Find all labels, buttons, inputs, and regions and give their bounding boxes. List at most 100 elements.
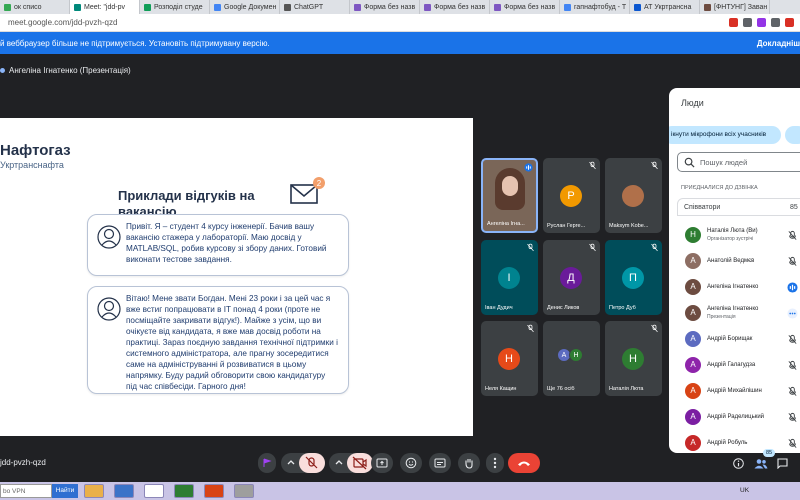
infobar-message: й веббраузер більше не підтримується. Ус… — [0, 39, 270, 48]
cohosts-label: Співватори — [684, 204, 721, 211]
browser-tab[interactable]: ChatGPT — [280, 0, 350, 14]
present-button[interactable] — [371, 453, 393, 473]
review-text-2: Вітаю! Мене звати Богдан. Мені 23 роки і… — [126, 294, 338, 391]
presentation-slide: Нафтогаз Укртранснафта Приклади відгуків… — [0, 118, 473, 436]
microphone-button[interactable] — [281, 453, 325, 473]
participant-tile[interactable]: Н Наталія Люта — [605, 321, 662, 396]
presenter-label: Ангеліна Ігнатенко (Презентація) — [0, 66, 131, 75]
tab-favicon-icon — [144, 3, 151, 11]
people-icon[interactable] — [754, 458, 768, 469]
participant-tile[interactable]: Ангеліна Ігна... — [481, 158, 538, 233]
taskbar-search-input[interactable]: bo VPN — [0, 484, 52, 498]
browser-tab[interactable]: Форма без назв — [350, 0, 420, 14]
browser-tab[interactable]: Розподіл студе — [140, 0, 210, 14]
person-row[interactable]: А Андрій Михайлішин — [677, 379, 800, 405]
taskbar-app-icon[interactable] — [234, 484, 254, 498]
taskbar-app-icon[interactable] — [84, 484, 104, 498]
tab-label: Форма без назв — [434, 3, 486, 11]
browser-tab[interactable]: Google Докумен — [210, 0, 280, 14]
participant-name: Неля Кащин — [485, 386, 517, 392]
presenter-name: Ангеліна Ігнатенко (Презентація) — [9, 66, 131, 75]
browser-tab[interactable]: ок списо — [0, 0, 70, 14]
extension-icon[interactable] — [785, 18, 794, 27]
slide-brand-subtitle: Укртранснафта — [0, 160, 64, 170]
tab-label: Meet: "jdd-pv — [84, 3, 126, 11]
person-row[interactable]: А Андрій Раделицький — [677, 405, 800, 431]
tab-favicon-icon — [354, 3, 361, 11]
more-participants-avatar: Н — [569, 348, 583, 362]
tab-favicon-icon — [424, 3, 431, 11]
participant-tile[interactable]: А Н Ще 76 осіб — [543, 321, 600, 396]
user-avatar-icon — [97, 297, 121, 321]
leave-call-button[interactable] — [508, 453, 540, 473]
participant-tile[interactable]: Д Денис Ликов — [543, 240, 600, 315]
person-avatar: А — [685, 331, 701, 347]
participant-avatar: Н — [498, 348, 520, 370]
meeting-info-icon[interactable] — [733, 458, 744, 469]
search-placeholder: Пошук людей — [700, 158, 748, 167]
person-row[interactable]: А Ангеліна Ігнатенко Презентація — [677, 301, 800, 327]
person-row[interactable]: А Андрій Галагудза — [677, 353, 800, 379]
captions-button[interactable] — [429, 453, 451, 473]
infobar-learn-more-link[interactable]: Докладніш — [757, 39, 800, 48]
browser-tab[interactable]: Форма без назв — [490, 0, 560, 14]
browser-tab[interactable]: [ФНТУНГ] Заван — [700, 0, 770, 14]
participant-avatar: Д — [560, 267, 582, 289]
camera-button[interactable] — [329, 453, 373, 473]
speaking-icon — [524, 163, 533, 172]
participant-tile[interactable]: П Петро Дуб — [605, 240, 662, 315]
search-people-input[interactable]: Пошук людей — [677, 152, 800, 172]
tab-favicon-icon — [634, 3, 641, 11]
taskbar-app-icon[interactable] — [144, 484, 164, 498]
present-icon — [376, 458, 388, 468]
address-bar[interactable]: meet.google.com/jdd-pvzh-qzd — [0, 14, 800, 32]
participant-avatar: Р — [560, 185, 582, 207]
taskbar-app-icon[interactable] — [114, 484, 134, 498]
more-vert-icon — [493, 457, 497, 469]
participant-tile[interactable]: І Іван Дудич — [481, 240, 538, 315]
mic-off-icon — [589, 161, 596, 170]
browser-tab[interactable]: Форма без назв — [420, 0, 490, 14]
add-people-button[interactable] — [785, 126, 800, 144]
person-name: Ангеліна Ігнатенко — [707, 284, 759, 290]
participant-tile[interactable]: Р Руслан Герге... — [543, 158, 600, 233]
chat-icon[interactable] — [777, 458, 788, 469]
review-text-1: Привіт. Я – студент 4 курсу інженерії. Б… — [126, 222, 327, 264]
raise-hand-button[interactable] — [458, 453, 480, 473]
extension-icon[interactable] — [771, 18, 780, 27]
browser-tab[interactable]: гапнафтобуд - Т — [560, 0, 630, 14]
person-row[interactable]: А Анатолій Ведмєв — [677, 249, 800, 275]
participant-tile[interactable]: Н Неля Кащин — [481, 321, 538, 396]
meeting-code: jdd-pvzh-qzd — [0, 458, 46, 467]
person-name: Андрій Робуль — [707, 440, 748, 446]
reactions-flag-button[interactable] — [258, 453, 276, 473]
browser-tab[interactable]: Meet: "jdd-pv — [70, 0, 140, 14]
tab-favicon-icon — [564, 3, 571, 11]
url-text[interactable]: meet.google.com/jdd-pvzh-qzd — [8, 18, 117, 27]
keyboard-language[interactable]: UK — [740, 487, 749, 494]
person-avatar: А — [685, 279, 701, 295]
extension-icon[interactable] — [729, 18, 738, 27]
taskbar-app-icon[interactable] — [174, 484, 194, 498]
presenting-icon — [0, 68, 5, 73]
person-row[interactable]: А Андрій Робуль — [677, 431, 800, 453]
person-role: Презентація — [707, 314, 736, 320]
browser-tab[interactable]: АТ Укртрансна — [630, 0, 700, 14]
taskbar-find-button[interactable]: Найти — [52, 484, 78, 498]
person-row[interactable]: А Андрій Борищак — [677, 327, 800, 353]
mic-off-icon — [527, 243, 534, 252]
cohosts-section-header[interactable]: Співватори 85 — [677, 198, 800, 216]
mute-all-button[interactable]: ікнути мікрофони всіх учасників — [669, 126, 781, 144]
person-row[interactable]: Н Наталія Люта (Ви) Організатор зустрічі — [677, 223, 800, 249]
tab-label: ChatGPT — [294, 3, 324, 11]
emoji-button[interactable] — [400, 453, 422, 473]
taskbar-app-icon[interactable] — [204, 484, 224, 498]
mail-badge: 2 — [317, 179, 322, 188]
participant-tile[interactable]: Maksym Kobe... — [605, 158, 662, 233]
captions-icon — [434, 458, 446, 468]
more-options-button[interactable] — [486, 453, 504, 473]
extension-icon[interactable] — [743, 18, 752, 27]
person-row[interactable]: А Ангеліна Ігнатенко — [677, 275, 800, 301]
extension-icon[interactable] — [757, 18, 766, 27]
person-avatar: А — [685, 383, 701, 399]
